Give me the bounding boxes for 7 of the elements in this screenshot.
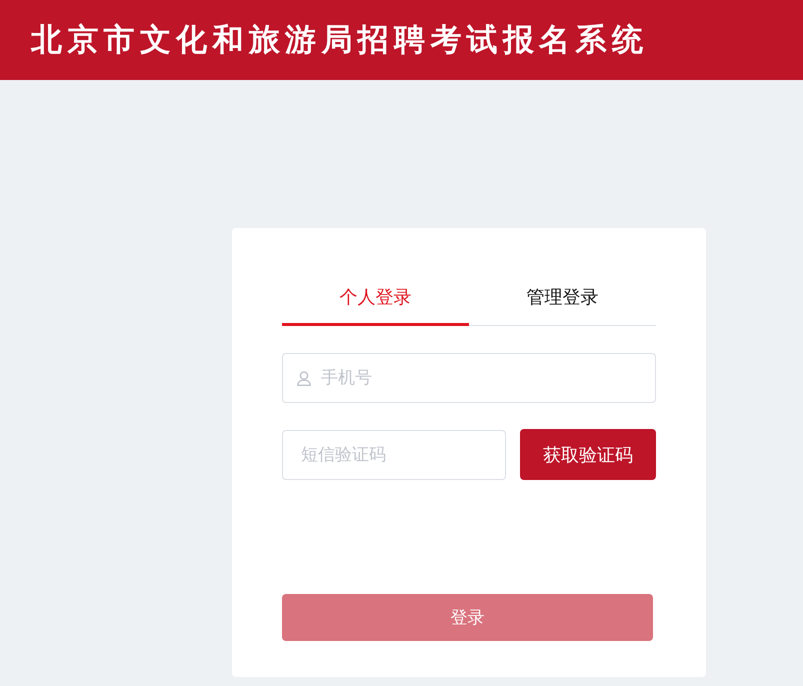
user-icon	[297, 371, 311, 386]
get-code-button[interactable]: 获取验证码	[520, 429, 656, 480]
login-tab[interactable]: 管理登录	[469, 285, 656, 326]
login-tab[interactable]: 个人登录	[282, 285, 469, 326]
phone-field[interactable]: 手机号	[282, 353, 656, 403]
system-title: 北京市文化和旅游局招聘考试报名系统	[31, 21, 648, 60]
sms-code-field[interactable]: 短信验证码	[282, 430, 506, 480]
